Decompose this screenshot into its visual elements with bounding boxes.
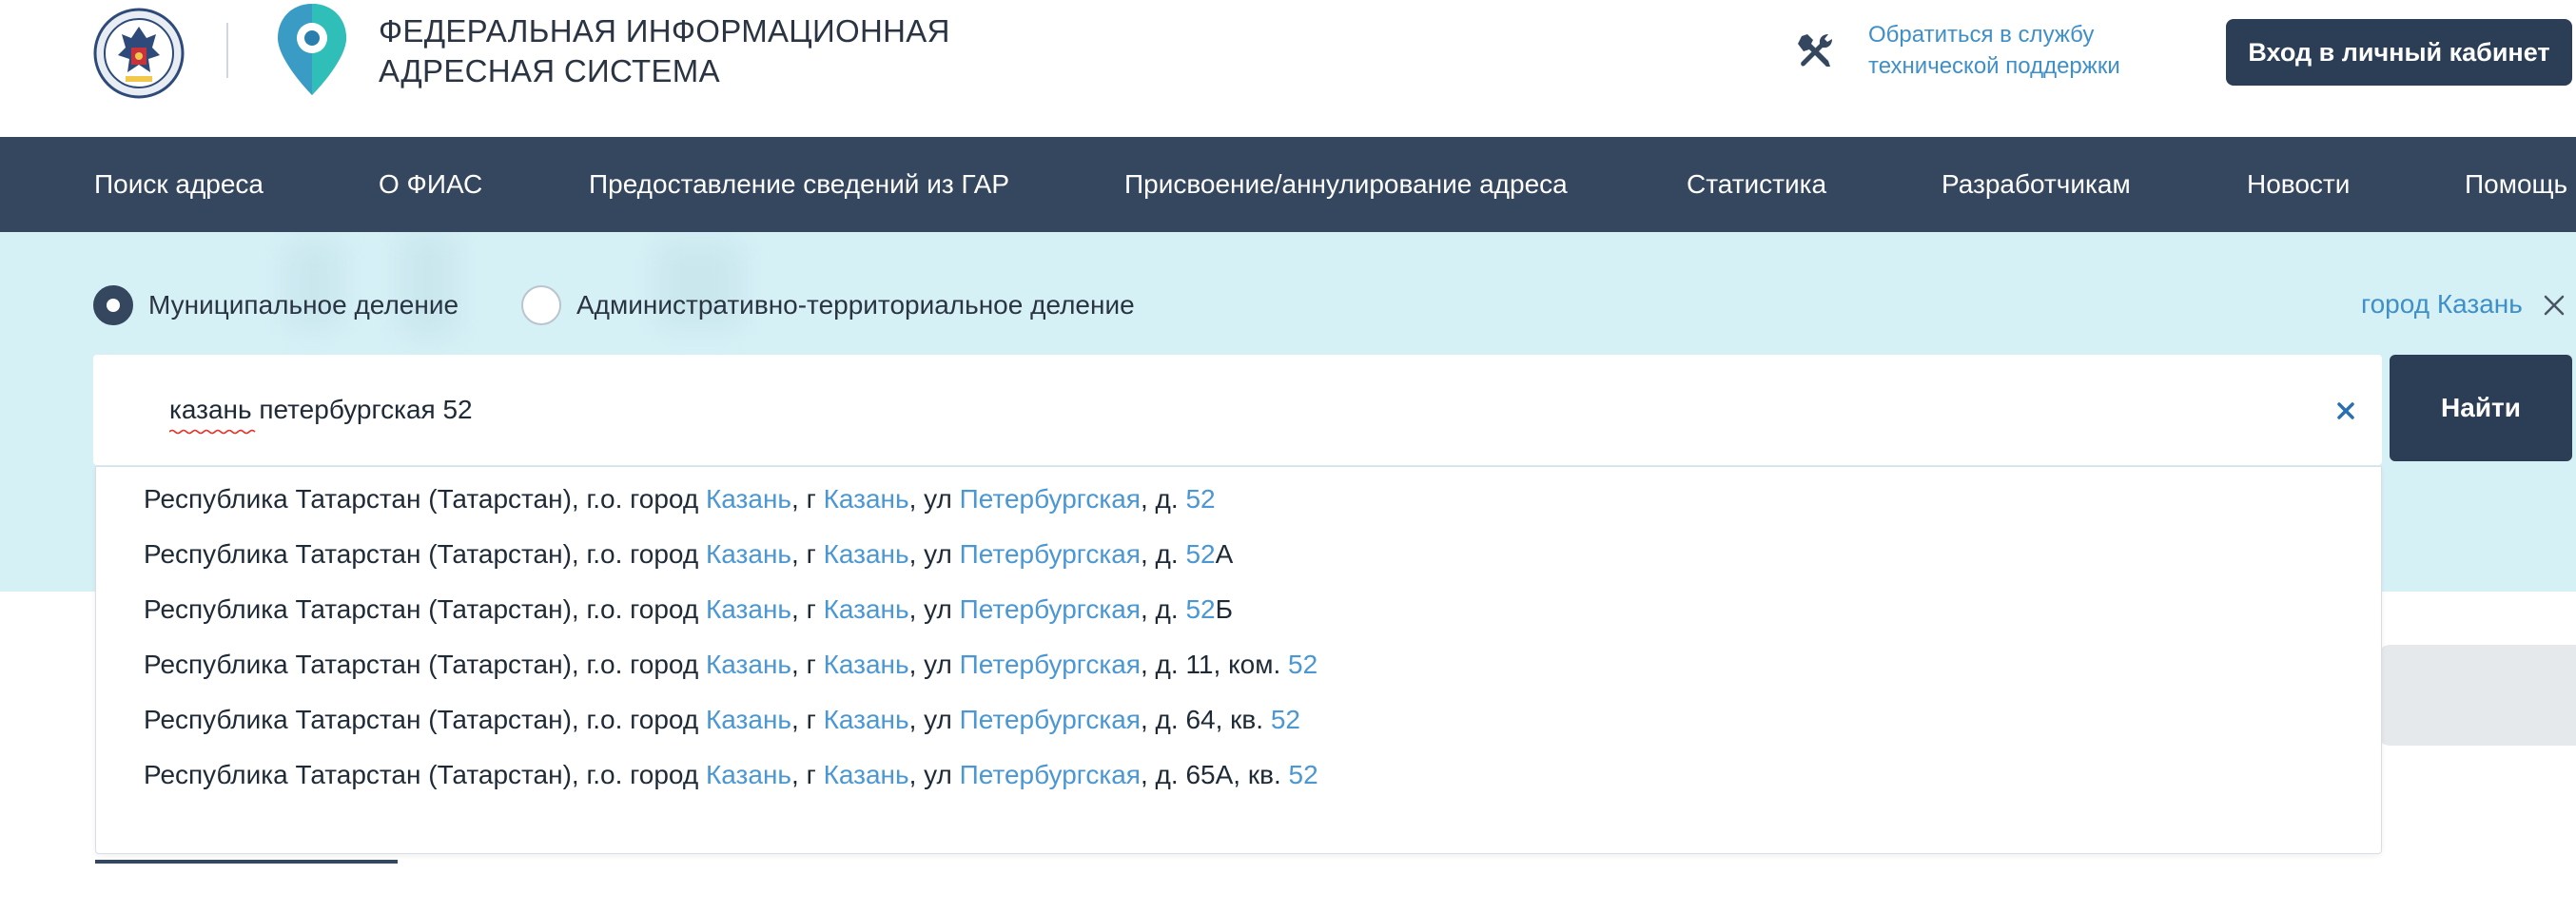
support-link-line2: технической поддержки [1868,53,2120,79]
suggestion-highlight: Петербургская [959,594,1141,624]
suggestion-highlight: Казань [705,650,792,679]
suggestion-highlight: Петербургская [959,760,1141,789]
suggestion-highlight: 52 [1288,760,1318,789]
suggestion-highlight: Казань [823,760,909,789]
site-title-line1: ФЕДЕРАЛЬНАЯ ИНФОРМАЦИОННАЯ [379,13,950,49]
radio-municipal-indicator[interactable] [93,285,133,325]
fns-emblem-icon[interactable] [93,6,185,101]
suggestion-highlight: 52 [1185,539,1216,569]
suggestion-text: , д. [1140,484,1186,514]
suggestion-item[interactable]: Республика Татарстан (Татарстан), г.о. г… [144,756,1318,794]
suggestion-text: Республика Татарстан (Татарстан), г.о. г… [144,705,706,734]
radio-municipal[interactable]: Муниципальное деление [93,285,459,325]
suggestion-text: Республика Татарстан (Татарстан), г.о. г… [144,650,706,679]
suggestion-highlight: Петербургская [959,539,1141,569]
tools-icon [1798,34,1832,67]
main-nav: Поиск адреса О ФИАС Предоставление сведе… [0,137,2576,232]
radio-administrative[interactable]: Административно-территориальное деление [521,285,1135,325]
support-link-line1: Обратиться в службу [1868,22,2095,48]
suggestion-text: , ул [908,650,960,679]
suggestion-highlight: Казань [705,594,792,624]
suggestion-text: , ул [908,760,960,789]
site-title[interactable]: ФЕДЕРАЛЬНАЯ ИНФОРМАЦИОННАЯ АДРЕСНАЯ СИСТ… [379,11,950,91]
nav-item-address-search[interactable]: Поиск адреса [94,137,263,232]
nav-item-news[interactable]: Новости [2247,137,2350,232]
suggestion-item[interactable]: Республика Татарстан (Татарстан), г.о. г… [144,591,1233,629]
suggestion-text: , ул [908,539,960,569]
suggestion-text: , г [791,539,824,569]
suggestion-text: , ул [908,705,960,734]
suggestion-text: , г [791,650,824,679]
suggestion-highlight: Петербургская [959,484,1141,514]
map-pin-logo-icon[interactable] [276,2,348,97]
suggestion-highlight: Петербургская [959,650,1141,679]
site-header: ФЕДЕРАЛЬНАЯ ИНФОРМАЦИОННАЯ АДРЕСНАЯ СИСТ… [0,0,2576,137]
suggestion-item[interactable]: Республика Татарстан (Татарстан), г.о. г… [144,480,1216,518]
suggestion-highlight: Казань [705,539,792,569]
suggestion-highlight: 52 [1185,484,1216,514]
nav-item-help[interactable]: Помощь [2465,137,2567,232]
radio-municipal-label: Муниципальное деление [148,290,459,320]
hidden-panel [2378,645,2576,746]
nav-item-assignment[interactable]: Присвоение/аннулирование адреса [1124,137,1568,232]
header-divider [226,23,228,78]
nav-item-developers[interactable]: Разработчикам [1942,137,2131,232]
suggestion-highlight: Казань [823,484,909,514]
suggestion-text: , ул [908,484,960,514]
region-filter-link[interactable]: город Казань [2361,289,2523,320]
suggestion-highlight: Казань [705,484,792,514]
clear-icon[interactable] [2332,398,2359,424]
suggestion-text: , д. 11, ком. [1140,650,1289,679]
nav-item-gar-info[interactable]: Предоставление сведений из ГАР [589,137,1009,232]
suggestion-highlight: Петербургская [959,705,1141,734]
login-button[interactable]: Вход в личный кабинет [2226,19,2572,86]
site-title-line2: АДРЕСНАЯ СИСТЕМА [379,53,720,88]
suggestion-text: А [1215,539,1234,569]
suggestion-highlight: Казань [823,650,909,679]
suggestion-highlight: Казань [705,760,792,789]
suggestion-text: , г [791,705,824,734]
suggestions-dropdown: Республика Татарстан (Татарстан), г.о. г… [95,466,2382,854]
suggestion-text: , ул [908,594,960,624]
suggestion-text: , д. 64, кв. [1140,705,1271,734]
suggestion-text: Республика Татарстан (Татарстан), г.о. г… [144,760,706,789]
suggestion-text: , г [791,484,824,514]
suggestion-highlight: 52 [1270,705,1300,734]
suggestion-highlight: Казань [823,705,909,734]
suggestion-text: Б [1215,594,1233,624]
suggestion-highlight: Казань [823,539,909,569]
radio-administrative-label: Административно-территориальное деление [576,290,1135,320]
support-link[interactable]: Обратиться в службу технической поддержк… [1868,19,2120,82]
spellcheck-underline [169,429,256,435]
radio-administrative-indicator[interactable] [521,285,561,325]
suggestion-text: Республика Татарстан (Татарстан), г.о. г… [144,594,706,624]
suggestion-item[interactable]: Республика Татарстан (Татарстан), г.о. г… [144,701,1300,739]
suggestion-text: , д. 65А, кв. [1140,760,1289,789]
suggestion-text: , г [791,760,824,789]
suggestion-highlight: Казань [823,594,909,624]
search-box [93,355,2382,465]
close-icon[interactable] [2540,291,2568,320]
suggestion-text: , д. [1140,594,1186,624]
suggestion-item[interactable]: Республика Татарстан (Татарстан), г.о. г… [144,535,1233,573]
find-button[interactable]: Найти [2390,355,2572,461]
nav-item-statistics[interactable]: Статистика [1687,137,1826,232]
suggestion-text: , г [791,594,824,624]
suggestion-highlight: Казань [705,705,792,734]
suggestion-text: Республика Татарстан (Татарстан), г.о. г… [144,484,706,514]
suggestion-text: Республика Татарстан (Татарстан), г.о. г… [144,539,706,569]
suggestion-highlight: 52 [1185,594,1216,624]
suggestion-highlight: 52 [1288,650,1318,679]
suggestion-item[interactable]: Республика Татарстан (Татарстан), г.о. г… [144,646,1317,684]
suggestion-text: , д. [1140,539,1186,569]
nav-item-about[interactable]: О ФИАС [379,137,482,232]
active-tab-underline [95,860,398,864]
search-input[interactable] [169,389,2262,431]
